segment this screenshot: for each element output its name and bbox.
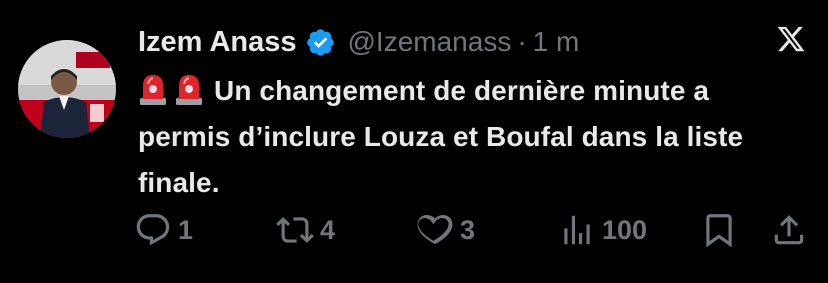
repost-icon	[276, 217, 314, 243]
tweet-text-line-1: Un changement de dernière minute a	[138, 68, 808, 114]
reply-button[interactable]: 1	[134, 208, 193, 252]
share-icon	[774, 215, 804, 245]
x-logo-icon[interactable]	[776, 24, 806, 54]
reply-icon	[136, 214, 170, 246]
views-chart-icon	[564, 215, 590, 245]
views-count: 100	[602, 214, 648, 245]
tweet-text-line-3: finale.	[138, 167, 220, 198]
bookmark-icon	[706, 214, 732, 248]
like-count: 3	[460, 214, 476, 245]
police-car-light-icon	[140, 75, 166, 105]
reply-count: 1	[178, 214, 194, 245]
timestamp[interactable]: 1 m	[533, 26, 580, 58]
repost-button[interactable]: 4	[276, 208, 335, 252]
heart-icon	[417, 214, 453, 245]
separator-dot: ·	[517, 26, 527, 57]
bookmark-button[interactable]	[700, 208, 738, 252]
avatar-image	[18, 40, 116, 138]
display-name[interactable]: Izem Anass	[138, 26, 297, 59]
verified-badge-icon	[306, 28, 334, 56]
action-bar: 1 4 3 100	[0, 208, 828, 252]
views-button[interactable]: 100	[558, 208, 647, 252]
like-button[interactable]: 3	[416, 208, 475, 252]
user-handle[interactable]: @Izemanass	[348, 26, 512, 58]
repost-count: 4	[320, 214, 336, 245]
tweet-header: Izem Anass @Izemanass · 1 m	[138, 24, 579, 60]
avatar[interactable]	[18, 40, 116, 138]
tweet-text: Un changement de dernière minute a permi…	[138, 68, 808, 206]
tweet-text-content-1: Un changement de dernière minute a	[214, 75, 710, 106]
tweet-text-line-2: permis d’inclure Louza et Boufal dans la…	[138, 121, 744, 152]
police-car-light-icon	[176, 75, 202, 105]
share-button[interactable]	[770, 208, 808, 252]
